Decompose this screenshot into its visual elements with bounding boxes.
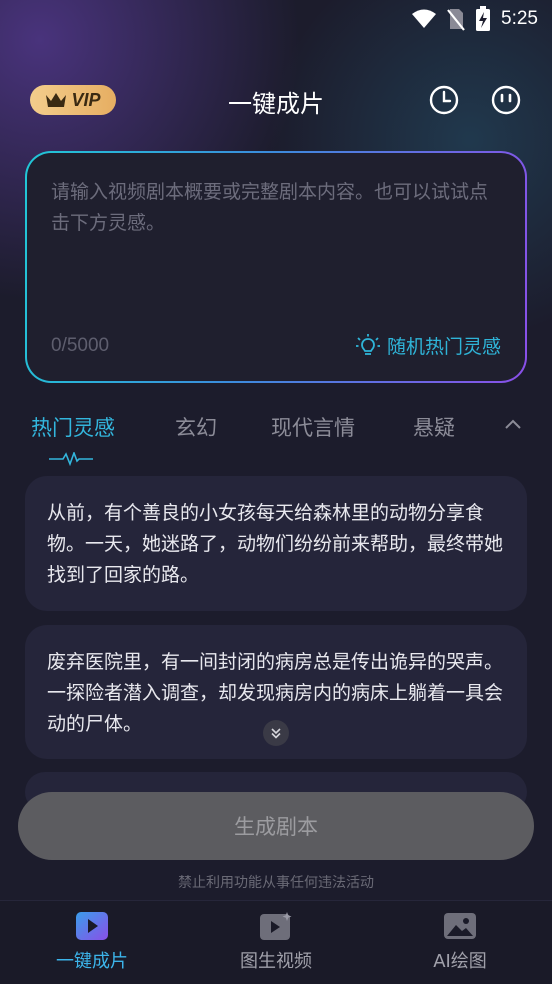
nav-label-one-click-video: 一键成片 [56,951,128,972]
tab-fantasy[interactable]: 玄幻 [175,412,217,442]
tab-suspense[interactable]: 悬疑 [413,412,455,442]
image-video-icon [260,912,292,940]
page-title: 一键成片 [228,90,324,118]
battery-charging-icon [476,6,491,31]
nav-label-ai-drawing: AI绘图 [433,951,487,972]
nav-one-click-video[interactable]: 一键成片 [32,911,152,973]
status-icons: 5:25 [411,6,538,32]
category-tabs: 热门灵感 玄幻 现代言情 悬疑 [0,408,552,466]
nav-ai-drawing[interactable]: AI绘图 [400,911,520,973]
expand-more-button[interactable] [263,720,289,746]
chevron-up-icon[interactable] [504,418,522,430]
active-tab-wave-indicator [49,452,93,466]
generate-script-button[interactable]: 生成剧本 [18,792,534,860]
lightbulb-icon [355,333,380,355]
character-counter: 0/5000 [51,335,110,356]
header: VIP 一键成片 [0,78,552,124]
tab-modern-romance[interactable]: 现代言情 [271,412,355,442]
inspiration-card-text: 从前，有个善良的小女孩每天给森林里的动物分享食物。一天，她迷路了，动物们纷纷前来… [47,502,504,586]
wifi-icon [412,9,437,28]
tab-hot-inspiration[interactable]: 热门灵感 [31,412,115,442]
image-gallery-icon [444,913,476,939]
generate-script-label: 生成剧本 [234,815,318,839]
random-inspiration-label: 随机热门灵感 [386,336,501,358]
nav-label-image-to-video: 图生视频 [240,951,312,972]
disclaimer-text: 禁止利用功能从事任何违法活动 [178,875,374,891]
script-input-placeholder[interactable]: 请输入视频剧本概要或完整剧本内容。也可以试试点击下方灵感。 [51,177,503,239]
double-chevron-down-icon [271,728,281,739]
script-input-inner[interactable]: 请输入视频剧本概要或完整剧本内容。也可以试试点击下方灵感。 0/5000 随机热… [27,153,525,381]
history-clock-icon[interactable] [428,84,460,116]
random-inspiration-button[interactable]: 随机热门灵感 [355,332,501,359]
script-input-box[interactable]: 请输入视频剧本概要或完整剧本内容。也可以试试点击下方灵感。 0/5000 随机热… [25,151,527,383]
bottom-nav: 一键成片 图生视频 AI绘图 [0,900,552,984]
status-time: 5:25 [501,8,538,29]
nav-image-to-video[interactable]: 图生视频 [216,911,336,973]
no-sim-icon [447,9,465,31]
profile-face-icon[interactable] [490,84,522,116]
inspiration-card[interactable]: 从前，有个善良的小女孩每天给森林里的动物分享食物。一天，她迷路了，动物们纷纷前来… [25,476,527,611]
status-bar: 5:25 [0,0,552,40]
video-play-icon [76,912,108,940]
